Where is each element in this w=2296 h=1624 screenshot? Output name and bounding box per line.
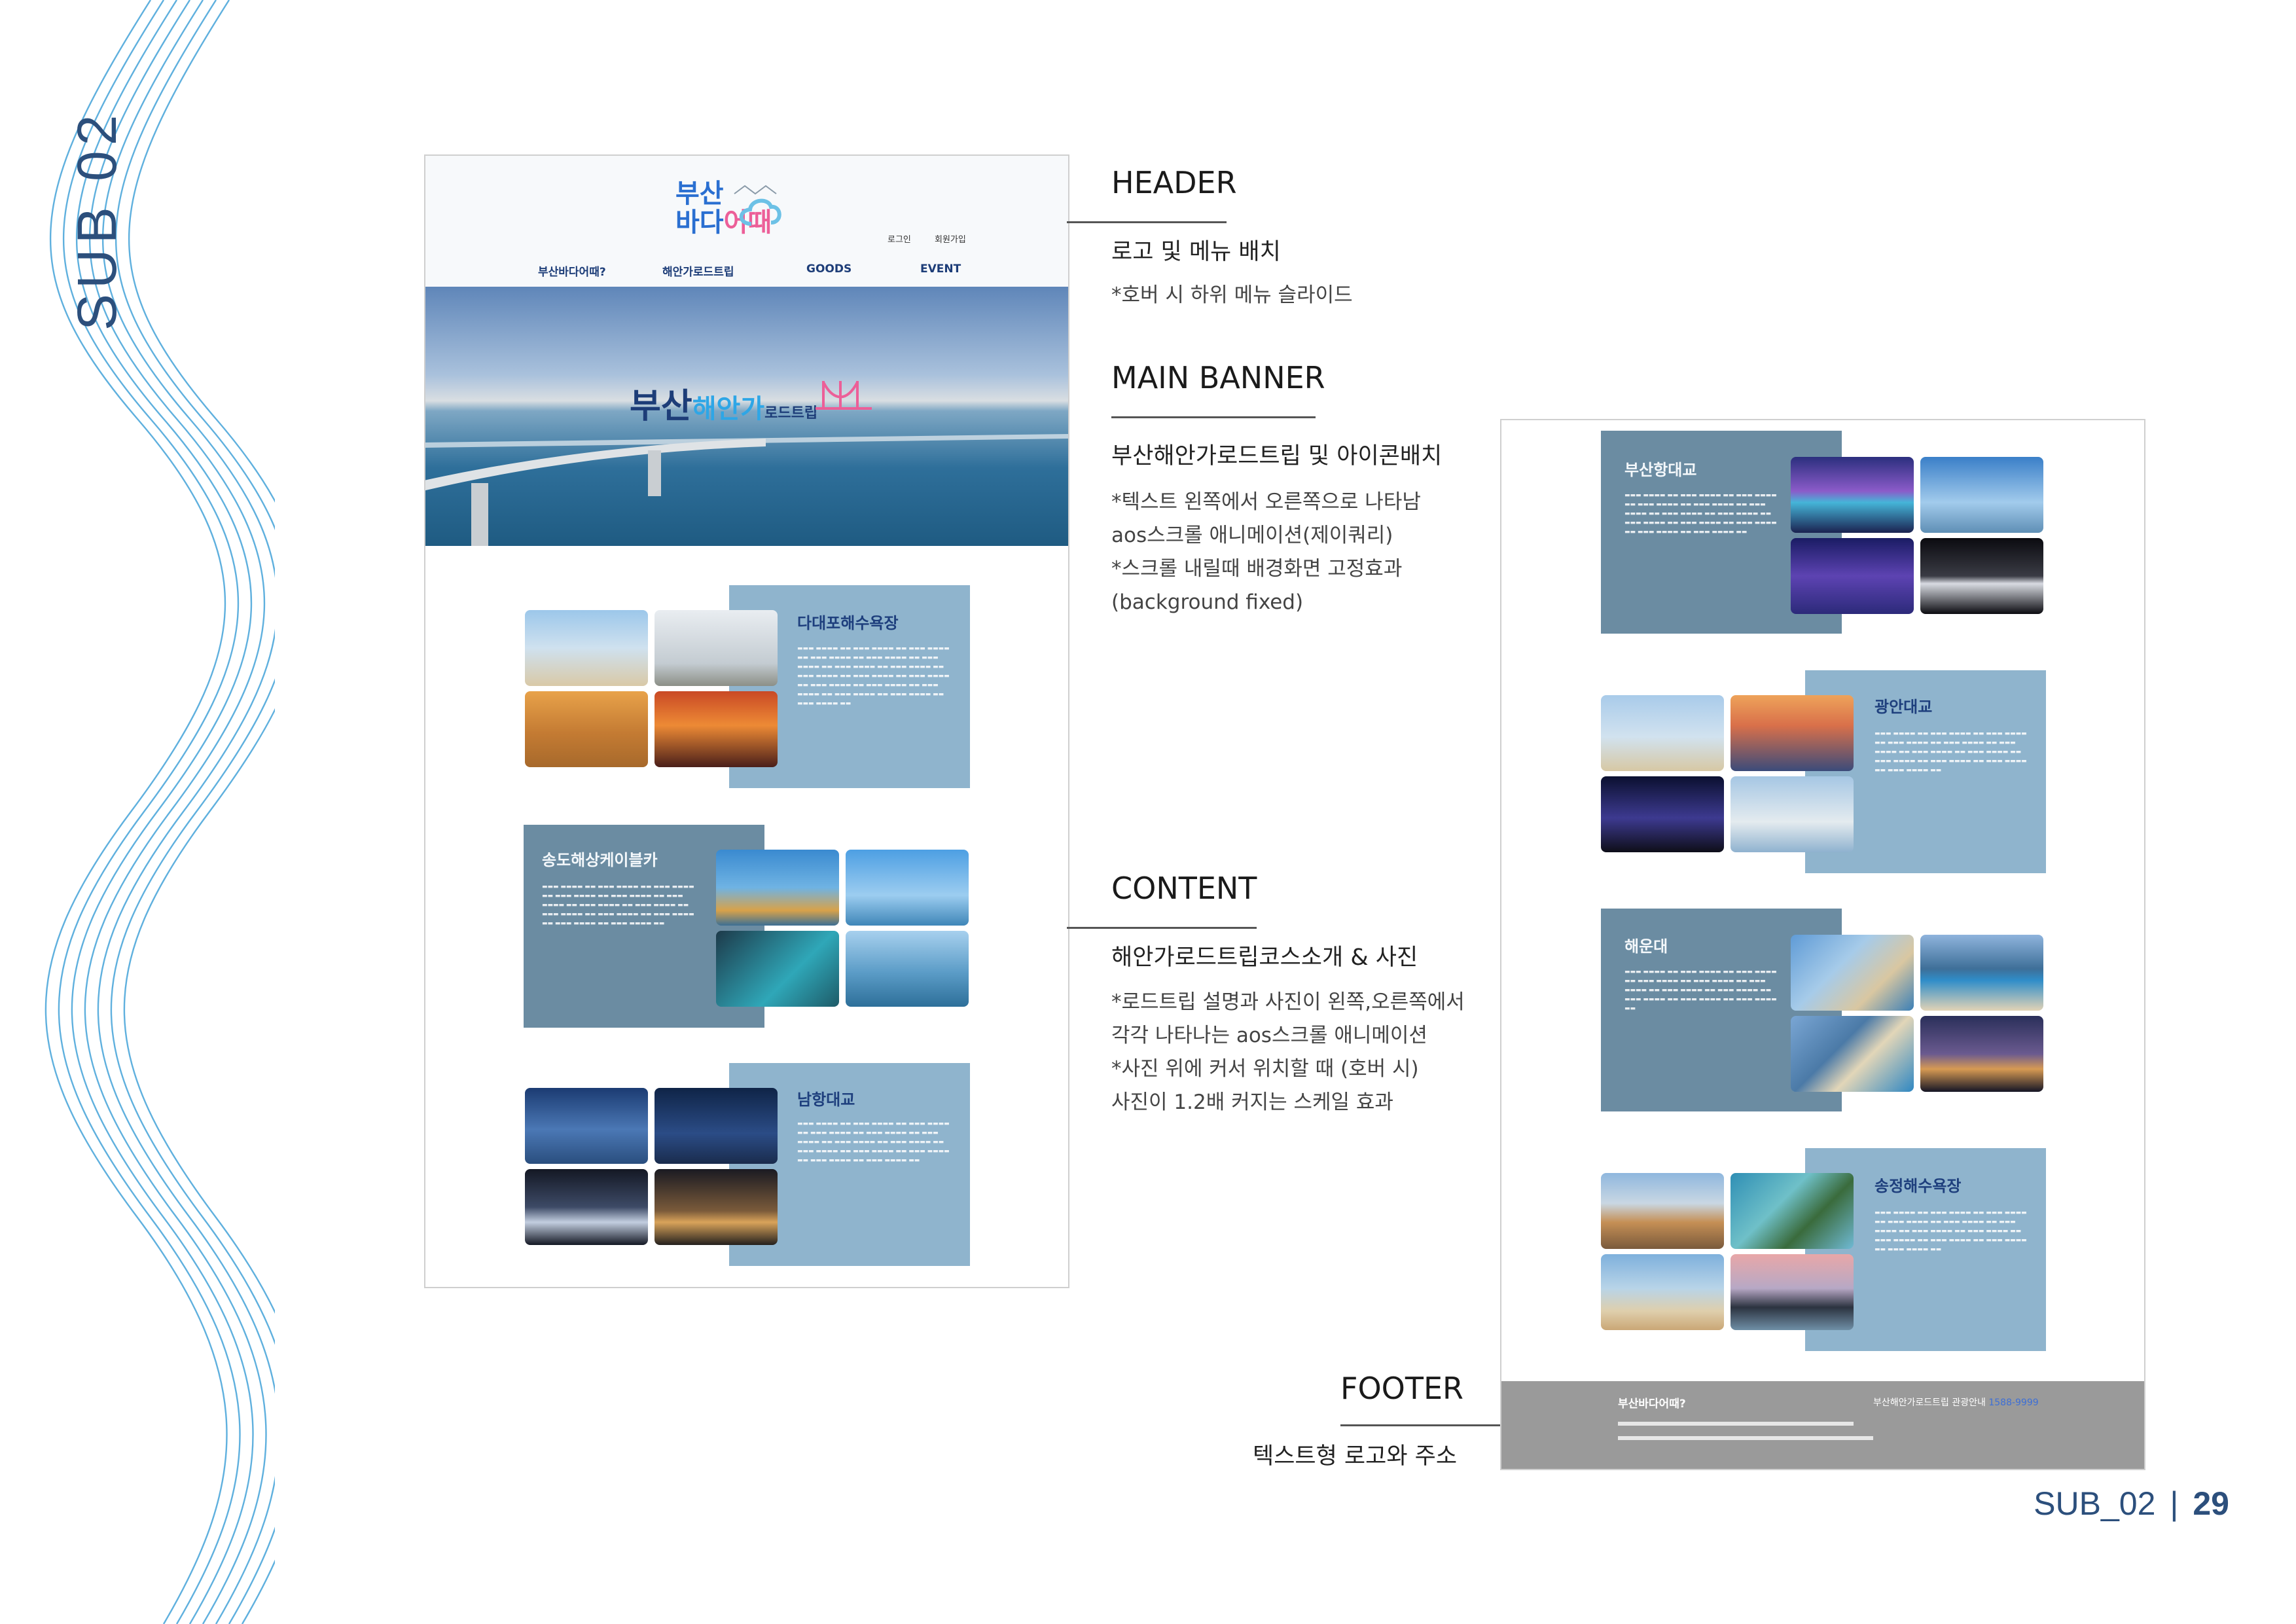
annotation-banner-note: aos스크롤 애니메이션(제이쿼리) [1111,524,1393,547]
card-title: 송정해수욕장 [1874,1177,1962,1195]
card-description: ▬▬▬ ▬▬▬▬ ▬▬ ▬▬▬ ▬▬▬▬ ▬▬ ▬▬▬ ▬▬▬▬ ▬▬ ▬▬▬ … [1624,969,1777,1012]
banner-text-a: 부산 [630,387,692,426]
mock-header: 부산 바다어때 로그인 회원가입 부산바다어때? 해안가로드트립 GOODS E… [425,156,1068,287]
course-photo[interactable] [1601,695,1724,771]
course-photo[interactable] [716,850,839,926]
course-photo[interactable] [1731,1173,1854,1249]
mockup-desktop-bottom: 부산항대교 ▬▬▬ ▬▬▬▬ ▬▬ ▬▬▬ ▬▬▬▬ ▬▬ ▬▬▬ ▬▬▬▬ ▬… [1500,419,2145,1470]
banner-text-c: 로드트립 [764,405,818,422]
annotation-banner-line [1111,416,1316,418]
annotation-content-line [1067,927,1257,929]
course-photo[interactable] [1791,1016,1914,1092]
annotation-banner-sub: 부산해안가로드트립 및 아이콘배치 [1111,443,1443,469]
card-description: ▬▬▬ ▬▬▬▬ ▬▬ ▬▬▬ ▬▬▬▬ ▬▬ ▬▬▬ ▬▬▬▬ ▬▬ ▬▬▬ … [1874,731,2027,774]
wave-lines-decoration [45,0,275,1624]
annotation-header-sub: 로고 및 메뉴 배치 [1111,239,1281,265]
annotation-content-note: 사진이 1.2배 커지는 스케일 효과 [1111,1091,1393,1114]
course-photo[interactable] [1601,1254,1724,1330]
course-photo[interactable] [1601,776,1724,852]
course-photo[interactable] [1731,695,1854,771]
course-photo[interactable] [1731,1254,1854,1330]
signup-link[interactable]: 회원가입 [935,232,966,245]
course-photo[interactable] [525,1088,648,1164]
course-photo[interactable] [525,610,648,686]
card-description: ▬▬▬ ▬▬▬▬ ▬▬ ▬▬▬ ▬▬▬▬ ▬▬ ▬▬▬ ▬▬▬▬ ▬▬ ▬▬▬ … [542,884,694,927]
course-photo[interactable] [846,931,969,1007]
annotation-footer-title: FOOTER [1340,1371,1463,1406]
banner-title: 부산해안가로드트립 [630,378,817,427]
footer-contact-label: 부산해안가로드트립 관광안내 [1873,1398,1986,1408]
course-photo[interactable] [655,1169,778,1245]
banner-text-b: 해안가 [692,394,765,424]
page-number-value: 29 [2193,1485,2229,1522]
course-photo[interactable] [846,850,969,926]
logo-line2a: 바다 [675,208,724,238]
course-photo[interactable] [1920,457,2043,533]
card-title: 남항대교 [797,1091,855,1109]
footer-contact: 부산해안가로드트립 관광안내 1588-9999 [1873,1396,2039,1409]
annotation-footer-line [1340,1424,1500,1426]
course-photo[interactable] [655,691,778,767]
card-title: 다대포해수욕장 [797,614,899,632]
card-title: 해운대 [1624,937,1668,956]
annotation-banner-title: MAIN BANNER [1111,360,1325,395]
page-divider: | [2170,1485,2179,1522]
course-photo[interactable] [1731,776,1854,852]
annotation-header-note: *호버 시 하위 메뉴 슬라이드 [1111,283,1353,307]
annotation-header-line [1067,221,1227,223]
annotation-content-note: *로드트립 설명과 사진이 왼쪽,오른쪽에서 [1111,990,1465,1014]
section-vertical-label: SUB 02 [66,109,128,331]
course-photo[interactable] [655,610,778,686]
annotation-content-title: CONTENT [1111,871,1257,906]
main-banner: 부산해안가로드트립 [425,287,1068,546]
course-photo[interactable] [525,1169,648,1245]
mockup-desktop-top: 부산 바다어때 로그인 회원가입 부산바다어때? 해안가로드트립 GOODS E… [424,154,1069,1288]
card-title: 부산항대교 [1624,461,1697,479]
course-photo[interactable] [716,931,839,1007]
annotation-banner-note: *텍스트 왼쪽에서 오른쪽으로 나타남 [1111,490,1421,514]
annotation-footer-sub: 텍스트형 로고와 주소 [1253,1443,1458,1470]
mock-footer: 부산바다어때? 부산해안가로드트립 관광안내 1588-9999 [1501,1381,2144,1469]
footer-phone: 1588-9999 [1988,1398,2039,1408]
course-photo[interactable] [1920,538,2043,614]
card-description: ▬▬▬ ▬▬▬▬ ▬▬ ▬▬▬ ▬▬▬▬ ▬▬ ▬▬▬ ▬▬▬▬ ▬▬ ▬▬▬ … [797,645,950,707]
annotation-banner-note: *스크롤 내릴때 배경화면 고정효과 [1111,557,1403,581]
course-photo[interactable] [1920,935,2043,1011]
annotation-content-sub: 해안가로드트립코스소개 & 사진 [1111,945,1418,971]
course-photo[interactable] [1791,935,1914,1011]
card-title: 송도해상케이블카 [542,851,658,869]
course-photo[interactable] [1791,538,1914,614]
card-title: 광안대교 [1874,698,1933,716]
card-description: ▬▬▬ ▬▬▬▬ ▬▬ ▬▬▬ ▬▬▬▬ ▬▬ ▬▬▬ ▬▬▬▬ ▬▬ ▬▬▬ … [1874,1210,2027,1253]
course-photo[interactable] [1920,1016,2043,1092]
nav-item-busan-sea[interactable]: 부산바다어때? [538,262,606,279]
page-number: SUB_02 | 29 [2034,1485,2229,1523]
annotation-content-note: *사진 위에 커서 위치할 때 (호버 시) [1111,1057,1419,1081]
annotation-header-title: HEADER [1111,165,1237,200]
course-photo[interactable] [1601,1173,1724,1249]
nav-item-event[interactable]: EVENT [920,262,961,276]
course-photo[interactable] [525,691,648,767]
nav-item-roadtrip[interactable]: 해안가로드트립 [662,262,734,279]
footer-address-lines [1618,1422,1893,1440]
annotation-content-note: 각각 나타나는 aos스크롤 애니메이션 [1111,1024,1427,1047]
login-link[interactable]: 로그인 [888,232,911,245]
card-description: ▬▬▬ ▬▬▬▬ ▬▬ ▬▬▬ ▬▬▬▬ ▬▬ ▬▬▬ ▬▬▬▬ ▬▬ ▬▬▬ … [797,1121,950,1164]
bridge-icon [816,381,872,410]
card-description: ▬▬▬ ▬▬▬▬ ▬▬ ▬▬▬ ▬▬▬▬ ▬▬ ▬▬▬ ▬▬▬▬ ▬▬ ▬▬▬ … [1624,492,1777,535]
course-photo[interactable] [1791,457,1914,533]
annotation-banner-note: (background fixed) [1111,590,1304,614]
cloud-bridge-logo-icon [734,185,781,226]
course-photo[interactable] [655,1088,778,1164]
page-label: SUB_02 [2034,1485,2156,1522]
nav-item-goods[interactable]: GOODS [806,262,852,276]
footer-logo: 부산바다어때? [1618,1398,1686,1411]
